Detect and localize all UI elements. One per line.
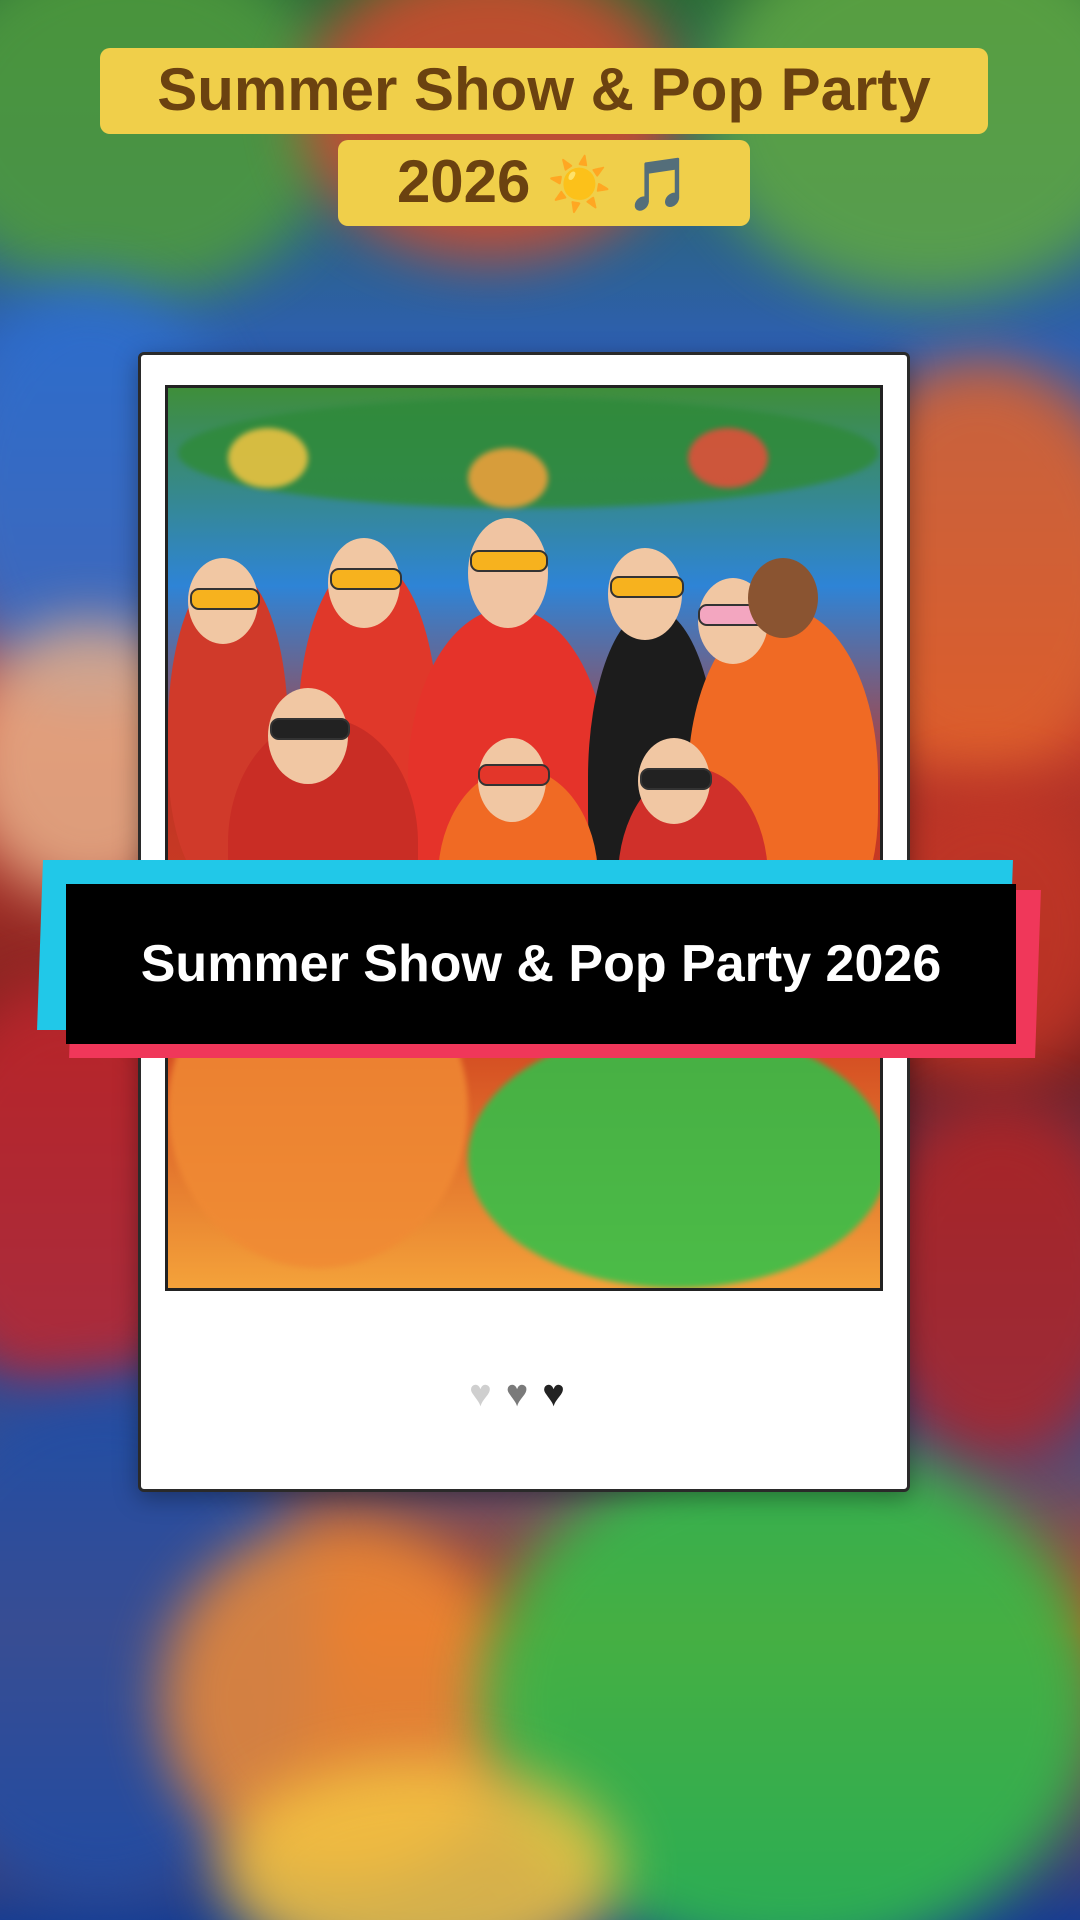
caption-text: Summer Show & Pop Party 2026 bbox=[140, 935, 942, 993]
title-line-2: 2026 ☀️ 🎵 bbox=[338, 140, 750, 226]
title-line-1: Summer Show & Pop Party bbox=[100, 48, 988, 134]
glitch-caption: Summer Show & Pop Party 2026 bbox=[37, 860, 1041, 1060]
heart-icon: ♥ bbox=[469, 1373, 506, 1415]
title-year: 2026 bbox=[396, 148, 531, 215]
hearts-row: ♥♥♥ bbox=[141, 1373, 907, 1416]
sun-music-emoji: ☀️ 🎵 bbox=[547, 156, 692, 214]
heart-icon: ♥ bbox=[505, 1373, 543, 1415]
group-party-photo bbox=[165, 385, 883, 1291]
heart-icon: ♥ bbox=[542, 1373, 579, 1415]
